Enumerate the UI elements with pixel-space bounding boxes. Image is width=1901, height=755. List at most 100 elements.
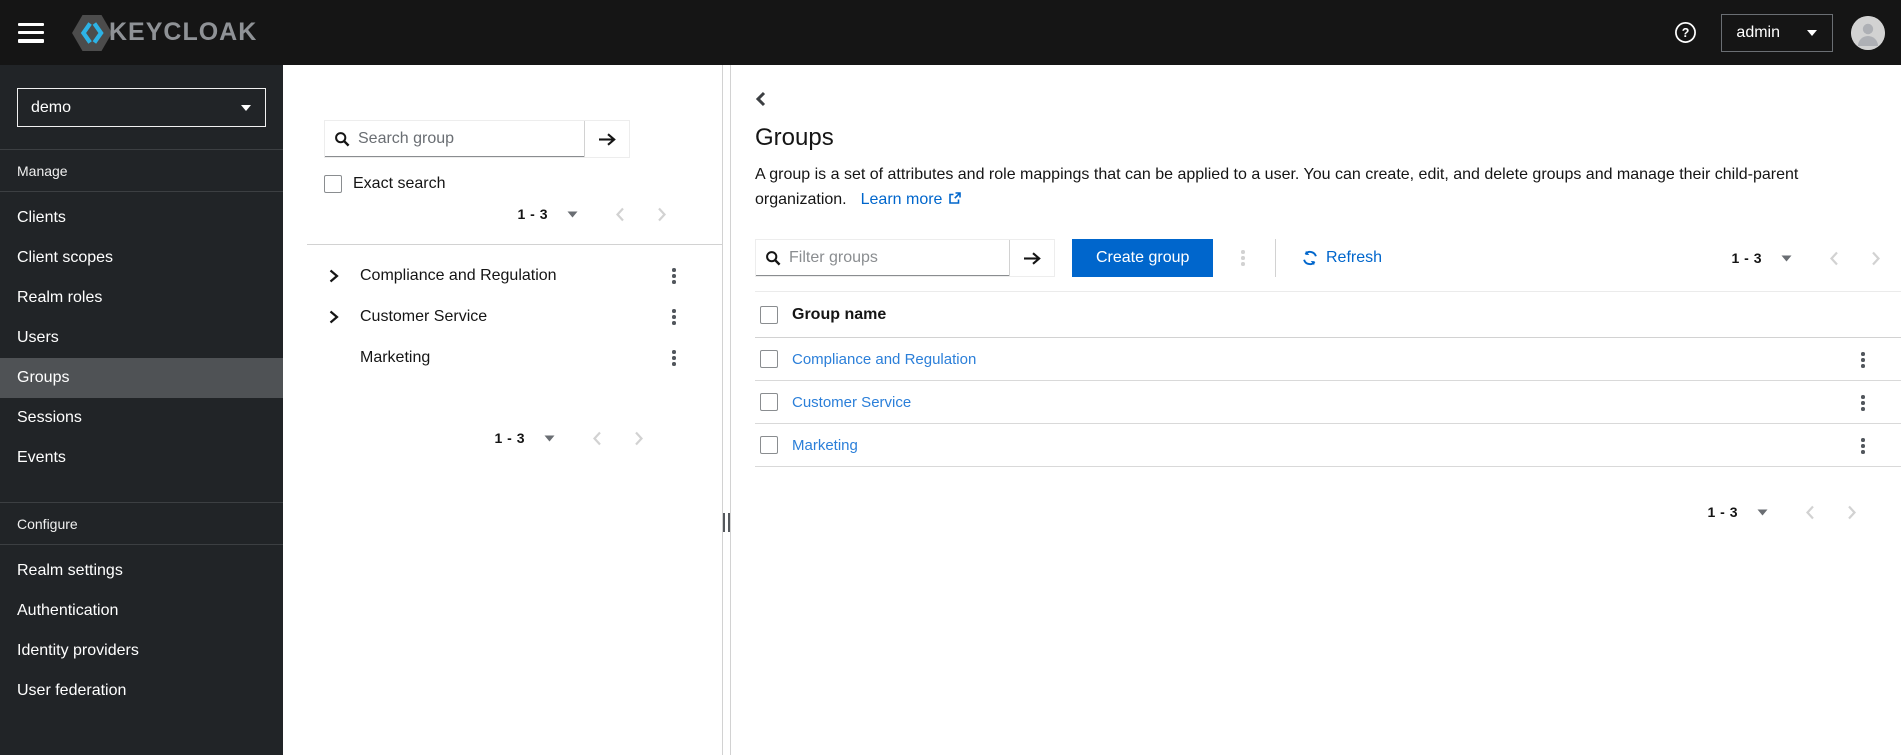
table-pagination-top: 1 - 3	[1731, 250, 1881, 266]
tree-item-marketing[interactable]: Marketing	[283, 337, 722, 378]
sidebar-item-groups[interactable]: Groups	[0, 358, 283, 398]
search-group-input[interactable]	[350, 130, 584, 148]
sidebar-item-realm-roles[interactable]: Realm roles	[0, 278, 283, 318]
chevron-left-icon	[755, 91, 766, 107]
kebab-menu-icon[interactable]	[668, 346, 680, 370]
divider	[1274, 239, 1276, 277]
sidebar-item-realm-settings[interactable]: Realm settings	[0, 551, 283, 591]
avatar[interactable]	[1851, 15, 1885, 50]
kebab-menu-icon[interactable]	[1857, 434, 1869, 458]
search-icon	[334, 131, 350, 147]
row-checkbox[interactable]	[760, 436, 778, 454]
tree-pagination-bottom: 1 - 3	[283, 430, 644, 446]
chevron-down-icon[interactable]	[544, 435, 555, 442]
exact-search-option: Exact search	[324, 175, 722, 193]
sidebar-item-label: User federation	[17, 682, 127, 699]
create-group-button[interactable]: Create group	[1072, 239, 1214, 277]
exact-search-label: Exact search	[353, 175, 446, 192]
row-checkbox[interactable]	[760, 350, 778, 368]
chevron-down-icon[interactable]	[1757, 509, 1768, 516]
tree-item-label: Customer Service	[360, 307, 488, 325]
divider	[307, 244, 722, 245]
sidebar-nav: demo Manage Clients Client scopes Realm …	[0, 65, 283, 755]
page-title: Groups	[755, 124, 834, 151]
select-all-checkbox[interactable]	[760, 305, 778, 324]
chevron-down-icon[interactable]	[1781, 255, 1792, 262]
previous-page-button[interactable]	[1829, 251, 1839, 266]
nav-section-configure: Configure	[17, 516, 78, 532]
help-icon[interactable]: ?	[1674, 21, 1697, 44]
page-description: A group is a set of attributes and role …	[755, 162, 1863, 212]
next-page-button[interactable]	[1847, 505, 1857, 520]
group-link[interactable]: Marketing	[792, 437, 858, 454]
kebab-menu-icon[interactable]	[1237, 246, 1249, 270]
kebab-menu-icon[interactable]	[668, 264, 680, 288]
user-menu-label: admin	[1736, 23, 1780, 41]
sidebar-item-events[interactable]: Events	[0, 438, 283, 478]
tree-item-customer-service[interactable]: Customer Service	[283, 296, 722, 337]
sidebar-item-label: Clients	[17, 209, 66, 226]
exact-search-checkbox[interactable]	[324, 175, 342, 193]
kebab-menu-icon[interactable]	[668, 305, 680, 329]
sidebar-item-label: Users	[17, 329, 59, 346]
next-page-button[interactable]	[657, 207, 667, 222]
sidebar-item-authentication[interactable]: Authentication	[0, 591, 283, 631]
filter-groups-input[interactable]	[781, 249, 1009, 267]
realm-selector[interactable]: demo	[17, 88, 266, 127]
sidebar-item-user-federation[interactable]: User federation	[0, 671, 283, 711]
chevron-down-icon	[1806, 29, 1818, 37]
sidebar-item-label: Realm settings	[17, 562, 123, 579]
groups-table: Group name Compliance and Regulation Cus…	[755, 291, 1901, 467]
drag-handle-icon[interactable]	[723, 513, 730, 532]
sidebar-item-label: Authentication	[17, 602, 119, 619]
sidebar-item-label: Groups	[17, 369, 70, 386]
user-menu-dropdown[interactable]: admin	[1721, 13, 1833, 52]
tree-item-label: Marketing	[360, 348, 431, 366]
pagination-range: 1 - 3	[1707, 504, 1738, 520]
hamburger-menu-icon[interactable]	[18, 22, 44, 43]
chevron-down-icon	[240, 104, 252, 112]
sidebar-item-users[interactable]: Users	[0, 318, 283, 358]
kebab-menu-icon[interactable]	[1857, 391, 1869, 415]
sidebar-item-clients[interactable]: Clients	[0, 198, 283, 238]
sidebar-item-label: Realm roles	[17, 289, 103, 306]
sidebar-item-client-scopes[interactable]: Client scopes	[0, 238, 283, 278]
learn-more-link[interactable]: Learn more	[861, 191, 962, 208]
sidebar-item-sessions[interactable]: Sessions	[0, 398, 283, 438]
previous-page-button[interactable]	[1805, 505, 1815, 520]
search-submit-button[interactable]	[584, 121, 629, 157]
group-search	[324, 120, 630, 158]
top-bar: KEYCLOAK ? admin	[0, 0, 1901, 65]
group-link[interactable]: Customer Service	[792, 394, 911, 411]
search-icon	[765, 250, 781, 266]
sidebar-item-identity-providers[interactable]: Identity providers	[0, 631, 283, 671]
chevron-right-icon[interactable]	[328, 269, 340, 283]
collapse-panel-button[interactable]	[755, 90, 773, 108]
sidebar-item-label: Sessions	[17, 409, 82, 426]
keycloak-logo[interactable]: KEYCLOAK	[71, 14, 257, 52]
next-page-button[interactable]	[634, 431, 644, 446]
groups-main-panel: Groups A group is a set of attributes an…	[731, 65, 1901, 755]
row-checkbox[interactable]	[760, 393, 778, 411]
previous-page-button[interactable]	[615, 207, 625, 222]
chevron-right-icon[interactable]	[328, 310, 340, 324]
group-link[interactable]: Compliance and Regulation	[792, 351, 976, 368]
next-page-button[interactable]	[1871, 251, 1881, 266]
sidebar-item-label: Identity providers	[17, 642, 139, 659]
panel-resize-splitter[interactable]	[722, 65, 731, 755]
tree-pagination-top: 1 - 3	[283, 206, 667, 222]
refresh-button[interactable]: Refresh	[1302, 249, 1382, 267]
table-pagination-bottom: 1 - 3	[755, 504, 1857, 520]
arrow-right-icon	[598, 132, 616, 146]
brand-wordmark: KEYCLOAK	[109, 18, 258, 46]
arrow-right-icon	[1023, 251, 1041, 265]
groups-toolbar: Create group Refresh 1 - 3	[755, 239, 1901, 277]
svg-text:?: ?	[1682, 26, 1690, 40]
chevron-down-icon[interactable]	[567, 211, 578, 218]
previous-page-button[interactable]	[592, 431, 602, 446]
tree-item-compliance-and-regulation[interactable]: Compliance and Regulation	[283, 255, 722, 296]
column-header-group-name: Group name	[792, 305, 887, 323]
kebab-menu-icon[interactable]	[1857, 348, 1869, 372]
filter-submit-button[interactable]	[1009, 240, 1054, 276]
